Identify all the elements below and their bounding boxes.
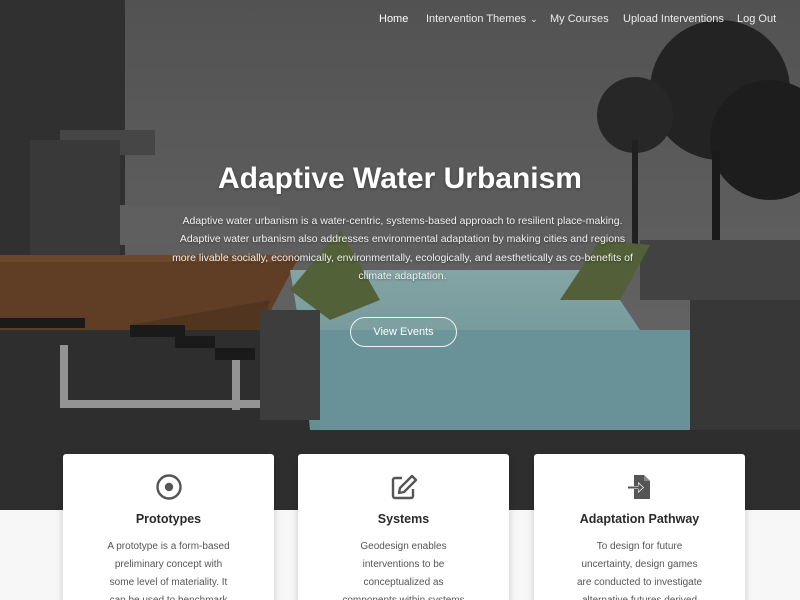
hero-description: Adaptive water urbanism is a water-centr…: [172, 215, 633, 282]
nav-home[interactable]: Home: [379, 13, 408, 25]
top-nav: Home Intervention Themes ⌄ My Courses Upl…: [0, 0, 800, 40]
view-events-button[interactable]: View Events: [350, 317, 457, 347]
card-title: Prototypes: [135, 512, 202, 526]
nav-intervention-themes-label: Intervention Themes: [426, 13, 527, 25]
card-text: Geodesign enables interventions to be co…: [342, 541, 464, 600]
chevron-down-icon: ⌄: [530, 14, 538, 24]
nav-my-courses[interactable]: My Courses: [550, 13, 609, 25]
nav-upload-interventions[interactable]: Upload Interventions: [623, 13, 724, 25]
edit-pencil-icon: [391, 474, 417, 500]
target-circle-icon: [155, 474, 182, 500]
card-text: A prototype is a form-based preliminary …: [107, 541, 230, 600]
hero-title: Adaptive Water Urbanism: [218, 162, 582, 195]
card-title: Systems: [377, 512, 430, 526]
nav-log-out[interactable]: Log Out: [737, 13, 776, 25]
card-title: Adaptation Pathway: [579, 512, 700, 526]
feature-card-systems[interactable]: Systems Geodesign enables interventions …: [298, 454, 509, 600]
card-text: To design for future uncertainty, design…: [576, 541, 703, 600]
file-import-icon: [627, 475, 650, 499]
nav-intervention-themes[interactable]: Intervention Themes ⌄: [426, 13, 538, 25]
feature-card-prototypes[interactable]: Prototypes A prototype is a form-based p…: [63, 454, 274, 600]
feature-card-adaptation-pathway[interactable]: Adaptation Pathway To design for future …: [534, 454, 745, 600]
